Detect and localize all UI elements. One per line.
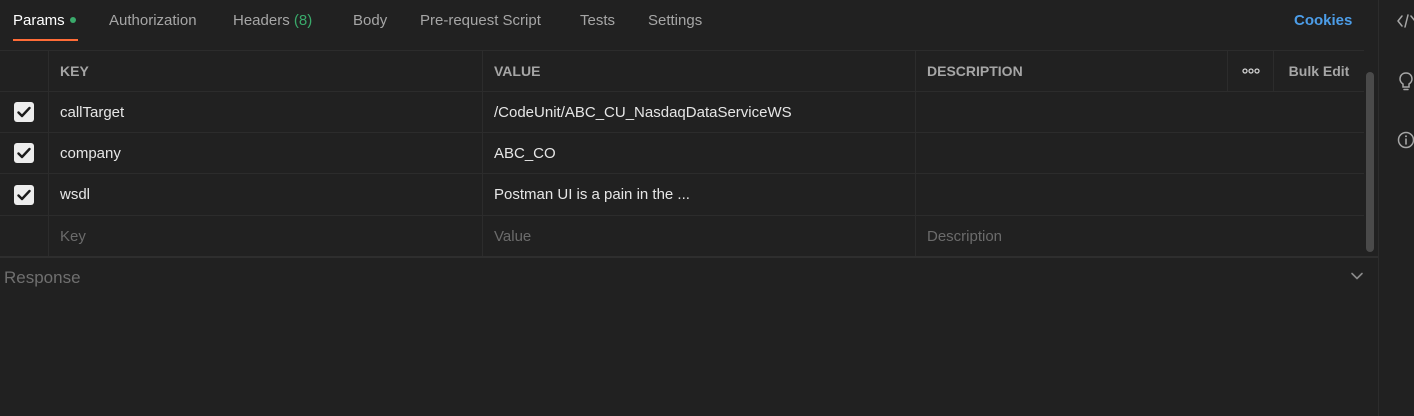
check-icon (17, 147, 31, 159)
tab-settings[interactable]: Settings (648, 12, 702, 32)
active-tab-underline (13, 39, 78, 41)
right-sidebar (1378, 0, 1414, 416)
param-key[interactable]: callTarget (48, 92, 482, 132)
row-checkbox[interactable] (14, 143, 34, 163)
more-options-button[interactable] (1227, 51, 1273, 91)
new-key-input[interactable]: Key (48, 216, 482, 256)
row-check-cell (0, 92, 48, 132)
row-checkbox[interactable] (14, 184, 34, 205)
request-editor: Params Authorization Headers (8) Body Pr… (0, 0, 1378, 416)
header-description: DESCRIPTION (915, 51, 1227, 91)
request-tabs: Params Authorization Headers (8) Body Pr… (0, 0, 1378, 44)
param-value[interactable]: /CodeUnit/ABC_CU_NasdaqDataServiceWS (482, 92, 915, 132)
row-check-cell (0, 174, 48, 215)
tab-headers[interactable]: Headers (8) (233, 12, 312, 32)
table-scrollbar[interactable] (1366, 72, 1374, 252)
params-active-dot (69, 17, 76, 24)
check-icon (17, 189, 31, 200)
response-panel-header[interactable]: Response (0, 256, 1378, 296)
cookies-link[interactable]: Cookies (1294, 12, 1352, 29)
new-param-row: Key Value Description (0, 216, 1364, 256)
tab-body[interactable]: Body (353, 12, 387, 32)
header-check-column (0, 51, 48, 91)
lightbulb-icon[interactable] (1397, 71, 1414, 91)
check-icon (17, 106, 31, 118)
table-row: company ABC_CO (0, 133, 1364, 174)
response-label: Response (4, 268, 81, 287)
table-row: callTarget /CodeUnit/ABC_CU_NasdaqDataSe… (0, 92, 1364, 133)
param-value[interactable]: ABC_CO (482, 133, 915, 173)
new-value-input[interactable]: Value (482, 216, 915, 256)
row-check-cell (0, 133, 48, 173)
param-description[interactable] (915, 174, 1364, 215)
table-header-row: KEY VALUE DESCRIPTION Bulk Edit (0, 51, 1364, 92)
headers-count: (8) (293, 12, 313, 29)
params-table: KEY VALUE DESCRIPTION Bulk Edit callTarg… (0, 50, 1364, 256)
header-key: KEY (48, 51, 482, 91)
more-horizontal-icon (1241, 68, 1260, 74)
param-value[interactable]: Postman UI is a pain in the ... (482, 174, 915, 215)
param-description[interactable] (915, 133, 1364, 173)
tab-params[interactable]: Params (13, 12, 76, 32)
row-check-cell (0, 216, 48, 256)
chevron-down-icon[interactable] (1350, 271, 1364, 281)
tab-tests[interactable]: Tests (580, 12, 615, 32)
code-icon[interactable] (1397, 13, 1414, 29)
param-key[interactable]: company (48, 133, 482, 173)
info-icon[interactable] (1397, 131, 1414, 149)
new-description-input[interactable]: Description (915, 216, 1364, 256)
param-key[interactable]: wsdl (48, 174, 482, 215)
header-value: VALUE (482, 51, 915, 91)
table-row: wsdl Postman UI is a pain in the ... (0, 174, 1364, 216)
tab-authorization[interactable]: Authorization (109, 12, 197, 32)
row-checkbox[interactable] (14, 102, 34, 122)
tab-pre-request-script[interactable]: Pre-request Script (420, 12, 541, 32)
param-description[interactable] (915, 92, 1364, 132)
bulk-edit-button[interactable]: Bulk Edit (1273, 51, 1364, 91)
